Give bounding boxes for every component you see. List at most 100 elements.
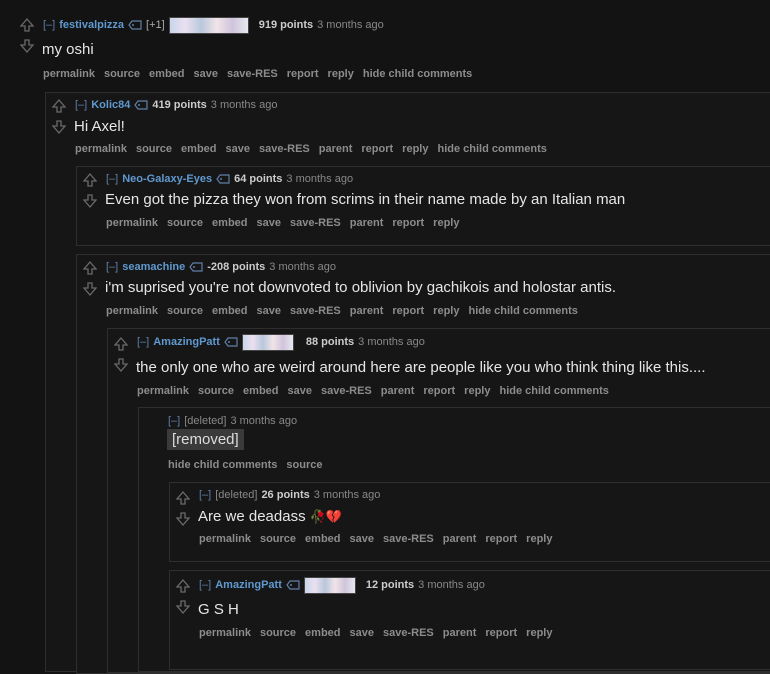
embed-button[interactable]: embed xyxy=(243,385,278,397)
upvote-arrow-icon[interactable] xyxy=(82,261,98,275)
permalink-button[interactable]: permalink xyxy=(106,305,158,317)
collapse-toggle[interactable]: [–] xyxy=(168,415,180,427)
permalink-button[interactable]: permalink xyxy=(137,385,189,397)
source-button[interactable]: source xyxy=(260,533,296,545)
author-link[interactable]: AmazingPatt xyxy=(215,579,282,591)
save-res-button[interactable]: save-RES xyxy=(227,68,278,80)
user-tag-icon[interactable] xyxy=(128,20,142,30)
hide-child-comments-button[interactable]: hide child comments xyxy=(437,143,546,155)
comment-buttons: permalink source embed save save-RES parent re… xyxy=(199,533,561,545)
save-button[interactable]: save xyxy=(257,217,281,229)
parent-button[interactable]: parent xyxy=(381,385,415,397)
report-button[interactable]: report xyxy=(485,533,517,545)
source-button[interactable]: source xyxy=(104,68,140,80)
user-tag-icon[interactable] xyxy=(224,337,238,347)
downvote-arrow-icon[interactable] xyxy=(175,512,191,526)
source-button[interactable]: source xyxy=(286,459,322,471)
source-button[interactable]: source xyxy=(136,143,172,155)
reply-button[interactable]: reply xyxy=(433,217,459,229)
user-tag-icon[interactable] xyxy=(216,174,230,184)
report-button[interactable]: report xyxy=(423,385,455,397)
embed-button[interactable]: embed xyxy=(305,533,340,545)
parent-button[interactable]: parent xyxy=(319,143,353,155)
collapse-toggle[interactable]: [–] xyxy=(43,19,55,31)
author-link[interactable]: Neo-Galaxy-Eyes xyxy=(122,173,212,185)
report-button[interactable]: report xyxy=(392,217,424,229)
source-button[interactable]: source xyxy=(260,627,296,639)
upvote-arrow-icon[interactable] xyxy=(175,491,191,505)
source-button[interactable]: source xyxy=(198,385,234,397)
user-tag-icon[interactable] xyxy=(286,580,300,590)
source-button[interactable]: source xyxy=(167,217,203,229)
reply-button[interactable]: reply xyxy=(526,627,552,639)
parent-button[interactable]: parent xyxy=(350,305,384,317)
downvote-arrow-icon[interactable] xyxy=(82,194,98,208)
downvote-arrow-icon[interactable] xyxy=(19,39,35,53)
upvote-arrow-icon[interactable] xyxy=(82,173,98,187)
report-button[interactable]: report xyxy=(361,143,393,155)
reply-button[interactable]: reply xyxy=(464,385,490,397)
collapse-toggle[interactable]: [–] xyxy=(106,261,118,273)
save-res-button[interactable]: save-RES xyxy=(290,305,341,317)
downvote-arrow-icon[interactable] xyxy=(82,282,98,296)
report-button[interactable]: report xyxy=(392,305,424,317)
save-button[interactable]: save xyxy=(288,385,312,397)
upvote-arrow-icon[interactable] xyxy=(51,99,67,113)
save-button[interactable]: save xyxy=(226,143,250,155)
user-tag-icon[interactable] xyxy=(134,100,148,110)
hide-child-comments-button[interactable]: hide child comments xyxy=(168,459,277,471)
collapse-toggle[interactable]: [–] xyxy=(75,99,87,111)
author-link[interactable]: seamachine xyxy=(122,261,185,273)
permalink-button[interactable]: permalink xyxy=(43,68,95,80)
reply-button[interactable]: reply xyxy=(433,305,459,317)
save-button[interactable]: save xyxy=(350,627,374,639)
reply-button[interactable]: reply xyxy=(328,68,354,80)
reply-button[interactable]: reply xyxy=(402,143,428,155)
save-button[interactable]: save xyxy=(350,533,374,545)
score: 88 points xyxy=(305,336,355,348)
embed-button[interactable]: embed xyxy=(181,143,216,155)
source-button[interactable]: source xyxy=(167,305,203,317)
permalink-button[interactable]: permalink xyxy=(106,217,158,229)
report-button[interactable]: report xyxy=(485,627,517,639)
embed-button[interactable]: embed xyxy=(305,627,340,639)
vote-arrows xyxy=(175,579,191,619)
parent-button[interactable]: parent xyxy=(350,217,384,229)
embed-button[interactable]: embed xyxy=(212,305,247,317)
collapse-toggle[interactable]: [–] xyxy=(137,336,149,348)
author-link[interactable]: Kolic84 xyxy=(91,99,130,111)
permalink-button[interactable]: permalink xyxy=(199,533,251,545)
author-link[interactable]: AmazingPatt xyxy=(153,336,220,348)
comment-buttons: permalink source embed save save-RES report re… xyxy=(43,68,481,80)
collapse-toggle[interactable]: [–] xyxy=(199,579,211,591)
save-res-button[interactable]: save-RES xyxy=(383,533,434,545)
hide-child-comments-button[interactable]: hide child comments xyxy=(363,68,472,80)
user-tag-icon[interactable] xyxy=(189,262,203,272)
hide-child-comments-button[interactable]: hide child comments xyxy=(499,385,608,397)
downvote-arrow-icon[interactable] xyxy=(51,120,67,134)
save-res-button[interactable]: save-RES xyxy=(290,217,341,229)
downvote-arrow-icon[interactable] xyxy=(113,358,129,372)
collapse-toggle[interactable]: [–] xyxy=(106,173,118,185)
save-button[interactable]: save xyxy=(257,305,281,317)
permalink-button[interactable]: permalink xyxy=(199,627,251,639)
save-res-button[interactable]: save-RES xyxy=(259,143,310,155)
save-res-button[interactable]: save-RES xyxy=(383,627,434,639)
embed-button[interactable]: embed xyxy=(212,217,247,229)
downvote-arrow-icon[interactable] xyxy=(175,600,191,614)
comment-deleted-deadass: [–] [deleted] 26 points 3 months ago Are… xyxy=(169,482,770,562)
author-link[interactable]: festivalpizza xyxy=(59,19,124,31)
upvote-arrow-icon[interactable] xyxy=(113,337,129,351)
parent-button[interactable]: parent xyxy=(443,627,477,639)
report-button[interactable]: report xyxy=(287,68,319,80)
parent-button[interactable]: parent xyxy=(443,533,477,545)
upvote-arrow-icon[interactable] xyxy=(175,579,191,593)
save-button[interactable]: save xyxy=(194,68,218,80)
upvote-arrow-icon[interactable] xyxy=(19,18,35,32)
embed-button[interactable]: embed xyxy=(149,68,184,80)
hide-child-comments-button[interactable]: hide child comments xyxy=(468,305,577,317)
collapse-toggle[interactable]: [–] xyxy=(199,489,211,501)
save-res-button[interactable]: save-RES xyxy=(321,385,372,397)
reply-button[interactable]: reply xyxy=(526,533,552,545)
permalink-button[interactable]: permalink xyxy=(75,143,127,155)
